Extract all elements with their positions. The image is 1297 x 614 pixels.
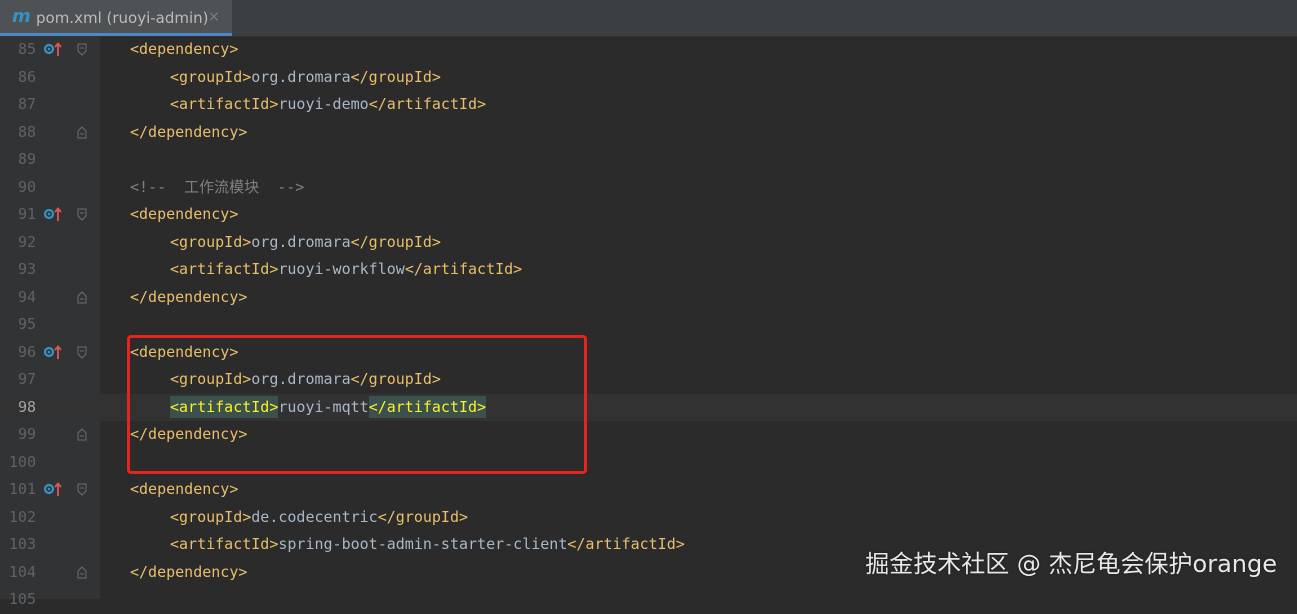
code-line[interactable]: 101 <dependency> (0, 476, 1297, 504)
code-text: <dependency> (130, 201, 238, 228)
maven-file-icon: m (12, 6, 31, 27)
code-text: <dependency> (130, 476, 238, 503)
xml-tag: </artifactId> (567, 535, 685, 553)
xml-tag: <dependency> (130, 205, 239, 223)
line-number: 90 (17, 177, 36, 196)
line-number: 88 (17, 122, 36, 141)
line-number: 99 (17, 425, 36, 443)
xml-tag: <groupId> (170, 67, 252, 86)
code-text: <groupId>de.codecentric</groupId> (170, 504, 468, 531)
line-number: 102 (8, 507, 36, 526)
fold-close-icon[interactable] (77, 565, 87, 579)
xml-tag: </artifactId> (404, 260, 523, 278)
code-line[interactable]: 90 <!-- 工作流模块 --> (0, 174, 1297, 202)
xml-text: org.dromara (251, 67, 351, 86)
line-number: 101 (8, 480, 36, 498)
xml-tag: <artifactId> (170, 260, 279, 278)
code-line[interactable]: 85 <dependency> (0, 36, 1297, 64)
xml-text: ruoyi-demo (278, 95, 369, 113)
editor-tab-bar: m pom.xml (ruoyi-admin) × (0, 0, 1297, 37)
highlight-box (127, 335, 587, 474)
line-number: 96 (17, 342, 36, 361)
code-editor[interactable]: 85 <dependency> 86 <groupId>org.dromara</gr… (0, 36, 1297, 608)
code-text: <dependency> (130, 36, 238, 63)
code-text: <groupId>org.dromara</groupId> (170, 64, 441, 91)
code-line[interactable]: 87 <artifactId>ruoyi-demo</artifactId> (0, 91, 1297, 119)
xml-tag: <groupId> (170, 232, 252, 251)
maven-override-icon[interactable] (44, 206, 64, 222)
xml-tag: </groupId> (350, 67, 441, 86)
xml-tag: <dependency> (130, 40, 239, 58)
xml-tag: </groupId> (377, 507, 469, 526)
line-number: 94 (17, 287, 36, 306)
code-text: </dependency> (130, 284, 247, 311)
maven-override-icon[interactable] (44, 481, 64, 497)
xml-tag: <artifactId> (170, 95, 279, 113)
xml-tag: <artifactId> (170, 535, 279, 553)
line-number: 104 (8, 562, 36, 581)
code-line[interactable]: 92 <groupId>org.dromara</groupId> (0, 229, 1297, 257)
code-line[interactable]: 89 (0, 146, 1297, 174)
code-line[interactable]: 86 <groupId>org.dromara</groupId> (0, 64, 1297, 92)
fold-close-icon[interactable] (77, 125, 87, 139)
line-number: 85 (17, 40, 36, 58)
line-number: 103 (8, 535, 36, 553)
line-number: 95 (17, 315, 36, 333)
xml-tag: </dependency> (130, 287, 248, 306)
xml-tag: <groupId> (170, 507, 252, 526)
tab-pom-xml[interactable]: m pom.xml (ruoyi-admin) × (0, 0, 232, 36)
xml-comment: <!-- 工作流模块 --> (130, 177, 305, 196)
xml-text: de.codecentric (251, 507, 378, 526)
code-line[interactable]: 91 <dependency> (0, 201, 1297, 229)
line-number: 86 (17, 67, 36, 86)
xml-text: ruoyi-workflow (278, 260, 405, 278)
line-number: 92 (17, 232, 36, 251)
xml-tag: </artifactId> (368, 95, 487, 113)
close-icon[interactable]: × (208, 9, 220, 25)
fold-open-icon[interactable] (77, 346, 87, 359)
maven-override-icon[interactable] (44, 344, 64, 360)
code-line[interactable]: 93 <artifactId>ruoyi-workflow</artifactId… (0, 256, 1297, 284)
fold-open-icon[interactable] (77, 208, 87, 221)
code-text: <artifactId>ruoyi-workflow</artifactId> (170, 256, 522, 283)
maven-override-icon[interactable] (44, 41, 64, 57)
code-line[interactable]: 105 (0, 586, 1297, 614)
fold-open-icon[interactable] (77, 43, 87, 56)
line-number: 105 (8, 590, 36, 608)
line-number: 91 (17, 205, 36, 223)
xml-tag: <dependency> (130, 480, 239, 498)
xml-tag: </dependency> (130, 562, 248, 581)
line-number: 87 (17, 95, 36, 113)
code-line[interactable]: 88 </dependency> (0, 119, 1297, 147)
xml-text: org.dromara (251, 232, 351, 251)
code-text: <!-- 工作流模块 --> (130, 174, 304, 201)
code-text: <groupId>org.dromara</groupId> (170, 229, 441, 256)
line-number: 98 (17, 397, 36, 416)
code-text: <artifactId>spring-boot-admin-starter-cl… (170, 531, 685, 558)
xml-tag: </dependency> (130, 122, 248, 141)
fold-open-icon[interactable] (77, 483, 87, 496)
code-line[interactable]: 102 <groupId>de.codecentric</groupId> (0, 504, 1297, 532)
fold-close-icon[interactable] (77, 290, 87, 304)
line-number: 97 (17, 370, 36, 388)
tab-title: pom.xml (ruoyi-admin) (36, 9, 209, 27)
code-text: </dependency> (130, 559, 247, 586)
xml-tag: </groupId> (350, 232, 441, 251)
code-text: <artifactId>ruoyi-demo</artifactId> (170, 91, 486, 118)
line-number: 89 (17, 150, 36, 168)
code-text: </dependency> (130, 119, 247, 146)
line-number: 100 (8, 452, 36, 471)
code-line[interactable]: 94 </dependency> (0, 284, 1297, 312)
fold-close-icon[interactable] (77, 428, 87, 441)
line-number: 93 (17, 260, 36, 278)
xml-text: spring-boot-admin-starter-client (278, 535, 568, 553)
watermark: 掘金技术社区 @ 杰尼龟会保护orange (865, 550, 1277, 578)
